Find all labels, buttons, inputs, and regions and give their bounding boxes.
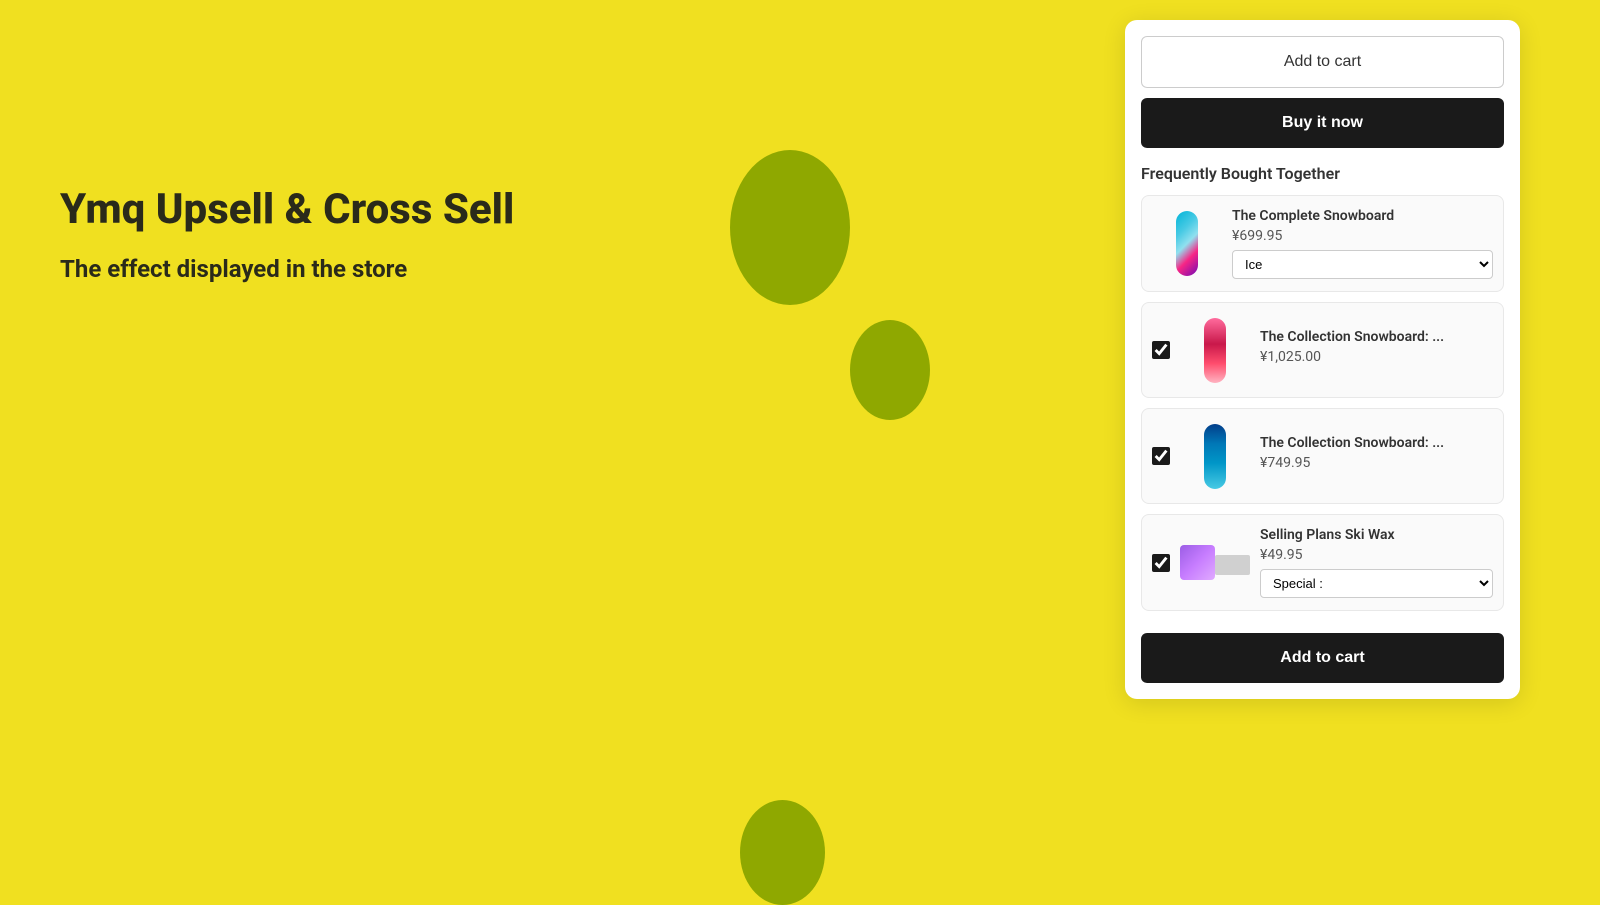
- product-image-2: [1180, 315, 1250, 385]
- product-price-4: ¥49.95: [1260, 547, 1493, 563]
- product-price-3: ¥749.95: [1260, 455, 1493, 471]
- buy-it-now-button[interactable]: Buy it now: [1141, 98, 1504, 148]
- oval-decoration-large: [730, 150, 850, 305]
- product-name-3: The Collection Snowboard: ...: [1260, 435, 1493, 451]
- product-info-2: The Collection Snowboard: ... ¥1,025.00: [1260, 329, 1493, 371]
- product-item-2: The Collection Snowboard: ... ¥1,025.00: [1141, 302, 1504, 398]
- product-item-3: The Collection Snowboard: ... ¥749.95: [1141, 408, 1504, 504]
- product-checkbox-4[interactable]: [1152, 554, 1170, 572]
- product-image-3: [1180, 421, 1250, 491]
- product-variant-select-1[interactable]: Ice Powder Park: [1232, 250, 1493, 279]
- product-info-3: The Collection Snowboard: ... ¥749.95: [1260, 435, 1493, 477]
- left-content: Ymq Upsell & Cross Sell The effect displ…: [60, 185, 660, 283]
- snowboard-image-2: [1204, 318, 1226, 383]
- product-item-4: Selling Plans Ski Wax ¥49.95 Special : S…: [1141, 514, 1504, 611]
- wax-base: [1215, 555, 1250, 575]
- snowboard-image-1: [1176, 211, 1198, 276]
- oval-decoration-bottom: [740, 800, 825, 905]
- add-to-cart-top-button[interactable]: Add to cart: [1141, 36, 1504, 88]
- add-to-cart-bottom-button[interactable]: Add to cart: [1141, 633, 1504, 683]
- product-name-4: Selling Plans Ski Wax: [1260, 527, 1493, 543]
- product-image-1: [1152, 209, 1222, 279]
- subtitle: The effect displayed in the store: [60, 255, 660, 283]
- product-name-1: The Complete Snowboard: [1232, 208, 1493, 224]
- product-panel: Add to cart Buy it now Frequently Bought…: [1125, 20, 1520, 699]
- main-title: Ymq Upsell & Cross Sell: [60, 185, 660, 235]
- product-checkbox-3[interactable]: [1152, 447, 1170, 465]
- product-image-4: [1180, 528, 1250, 598]
- product-price-2: ¥1,025.00: [1260, 349, 1493, 365]
- product-checkbox-2[interactable]: [1152, 341, 1170, 359]
- wax-image: [1180, 545, 1215, 580]
- product-info-1: The Complete Snowboard ¥699.95 Ice Powde…: [1232, 208, 1493, 279]
- snowboard-image-3: [1204, 424, 1226, 489]
- oval-decoration-small: [850, 320, 930, 420]
- product-variant-select-4[interactable]: Special : Standard Premium: [1260, 569, 1493, 598]
- product-item-1: The Complete Snowboard ¥699.95 Ice Powde…: [1141, 195, 1504, 292]
- product-name-2: The Collection Snowboard: ...: [1260, 329, 1493, 345]
- product-info-4: Selling Plans Ski Wax ¥49.95 Special : S…: [1260, 527, 1493, 598]
- frequently-bought-title: Frequently Bought Together: [1141, 164, 1504, 183]
- product-price-1: ¥699.95: [1232, 228, 1493, 244]
